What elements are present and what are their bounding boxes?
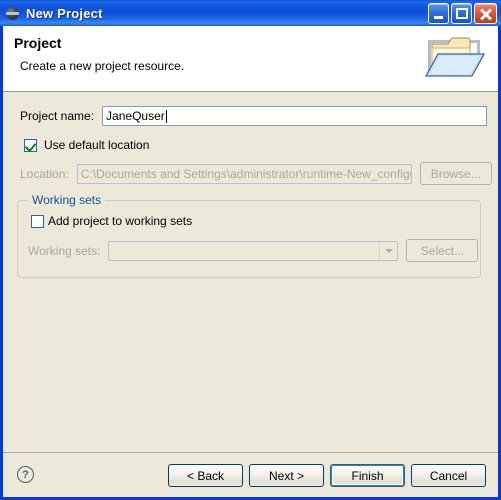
dialog-client-area: Project Create a new project resource. P… (3, 26, 498, 497)
location-value: C:\Documents and Settings\administrator\… (80, 166, 412, 181)
title-bar[interactable]: New Project (0, 0, 501, 26)
minimize-button[interactable] (428, 2, 449, 24)
text-caret (165, 109, 167, 123)
working-sets-combo (108, 240, 399, 261)
page-description: Create a new project resource. (20, 59, 185, 73)
globe-icon (5, 5, 21, 21)
new-project-dialog: New Project Project Create a new project… (0, 0, 501, 500)
location-row: Location: C:\Documents and Settings\admi… (20, 162, 492, 185)
add-to-working-sets-row[interactable]: Add project to working sets (31, 214, 192, 228)
next-button[interactable]: Next > (249, 464, 324, 487)
back-button[interactable]: < Back (168, 464, 243, 487)
working-sets-group: Working sets Add project to working sets… (17, 193, 481, 278)
finish-button[interactable]: Finish (330, 464, 405, 487)
use-default-location-row[interactable]: Use default location (24, 138, 149, 152)
wizard-body: Project name: JaneQuser Use default loca… (3, 92, 498, 452)
location-input: C:\Documents and Settings\administrator\… (76, 163, 412, 184)
cancel-button[interactable]: Cancel (411, 464, 486, 487)
project-name-row: Project name: JaneQuser (20, 106, 488, 126)
window-controls (428, 2, 499, 24)
use-default-location-checkbox[interactable] (24, 138, 37, 152)
select-button: Select... (406, 239, 479, 262)
working-sets-legend: Working sets (28, 193, 106, 207)
window-title: New Project (26, 5, 103, 21)
browse-button: Browse... (419, 162, 492, 185)
close-button[interactable] (474, 2, 497, 24)
add-to-working-sets-checkbox[interactable] (31, 214, 44, 228)
add-to-working-sets-label: Add project to working sets (48, 214, 193, 228)
project-name-value: JaneQuser (106, 109, 165, 123)
use-default-location-label: Use default location (44, 138, 150, 152)
open-folder-icon (424, 37, 486, 77)
project-name-input[interactable]: JaneQuser (102, 106, 488, 126)
page-title: Project (14, 35, 62, 51)
working-sets-row: Working sets: Select... (28, 239, 479, 262)
chevron-down-icon (379, 241, 398, 260)
footer-buttons: < Back Next > Finish Cancel (168, 464, 486, 487)
project-name-label: Project name: (20, 109, 95, 123)
maximize-button[interactable] (451, 2, 472, 24)
location-label: Location: (20, 166, 69, 181)
wizard-header: Project Create a new project resource. (3, 26, 498, 92)
dialog-footer: ? < Back Next > Finish Cancel (3, 452, 498, 497)
working-sets-label: Working sets: (28, 243, 101, 258)
help-icon[interactable]: ? (17, 466, 34, 483)
